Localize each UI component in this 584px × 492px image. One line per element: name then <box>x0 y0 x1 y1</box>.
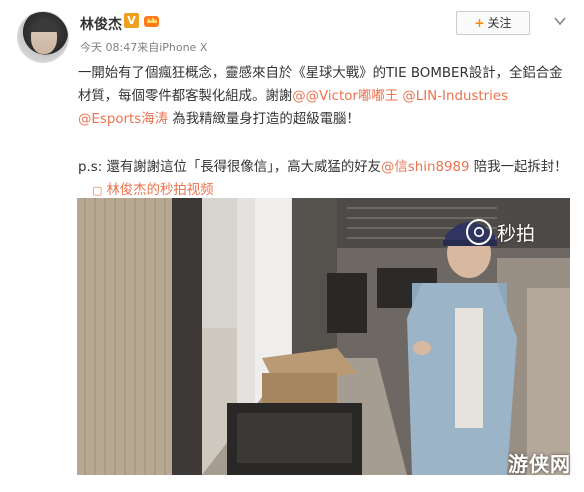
mention-victor[interactable]: @@Victor嘟嘟王 <box>292 89 398 104</box>
follow-button[interactable]: + 关注 <box>456 11 530 35</box>
ps-end: 陪我一起拆封！ <box>469 160 568 175</box>
follow-label: 关注 <box>487 16 512 30</box>
mention-esports[interactable]: @Esports海涛 <box>78 112 168 127</box>
mention-lin-industries[interactable]: @LIN-Industries <box>402 89 508 104</box>
ps-paragraph: p.s: 還有謝謝這位「長得很像信」，高大威猛的好友@信shin8989 陪我一… <box>78 156 568 202</box>
video-link[interactable]: 林俊杰的秒拍视频 <box>106 183 213 198</box>
post-paragraph: 一開始有了個瘋狂概念，靈感來自於《星球大戰》的TIE BOMBER設計，全鋁合金… <box>78 62 568 131</box>
ps-text: p.s: 還有謝謝這位「長得很像信」，高大威猛的好友 <box>78 160 382 175</box>
verified-badge-icon: V <box>124 13 139 28</box>
mention-shin[interactable]: @信shin8989 <box>381 160 470 175</box>
chevron-down-icon[interactable] <box>553 14 567 28</box>
watermark-logo-icon <box>466 219 492 245</box>
crown-icon <box>144 16 159 27</box>
plus-icon: + <box>474 16 485 30</box>
avatar-face <box>31 20 57 54</box>
post-text: 一開始有了個瘋狂概念，靈感來自於《星球大戰》的TIE BOMBER設計，全鋁合金… <box>78 62 568 202</box>
avatar[interactable] <box>17 11 69 63</box>
post-meta[interactable]: 今天 08:47来自iPhone X <box>80 39 207 55</box>
corner-watermark: 游侠网 <box>508 452 571 476</box>
post-line-end: 為我精緻量身打造的超級電腦！ <box>168 112 360 127</box>
video-watermark: 秒拍 <box>497 223 536 245</box>
author-name[interactable]: 林俊杰 <box>80 14 122 34</box>
video-icon[interactable]: ▢ <box>92 184 102 197</box>
